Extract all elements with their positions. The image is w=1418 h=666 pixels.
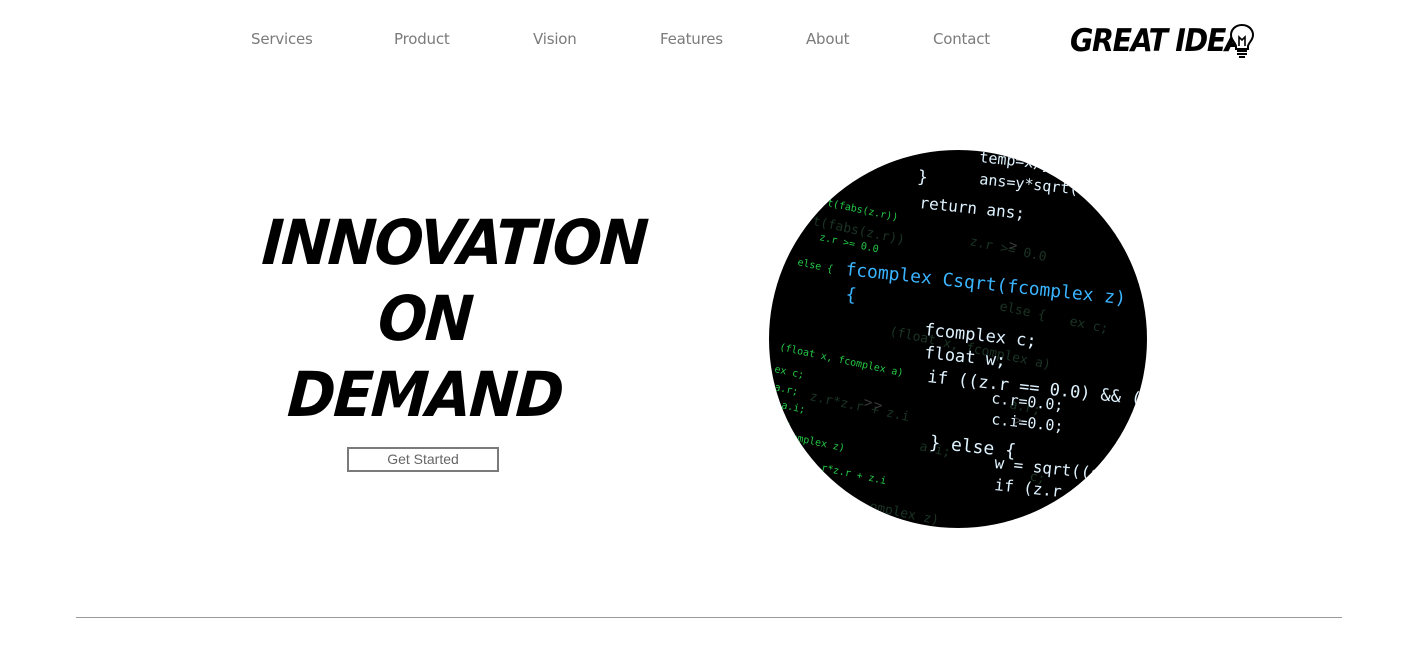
code-text: z.r >= 0.0: [968, 234, 1048, 265]
brand-name: GREAT IDEA: [1070, 23, 1247, 59]
code-text: c.i=0.0;: [991, 410, 1065, 435]
code-text: z.r*z.r + z.i: [808, 389, 911, 425]
code-text: z.r*z.r + z.i: [808, 460, 887, 487]
hero-code-image: sqrt(fabs(z.r)) z.r >= 0.0 else {(float x,…: [769, 150, 1147, 528]
code-text: a.i;: [780, 400, 806, 416]
nav-link-contact[interactable]: Contact: [933, 30, 990, 48]
lightbulb-icon: [1229, 23, 1255, 58]
nav-link-product[interactable]: Product: [394, 30, 450, 48]
code-text: omplex z): [868, 499, 940, 528]
code-text: >: [1014, 413, 1022, 429]
code-text: >: [874, 398, 882, 414]
code-text: else {: [998, 299, 1047, 323]
brand-logo[interactable]: GREAT IDEA: [1070, 20, 1261, 62]
section-divider: [76, 617, 1342, 618]
code-text: c;: [778, 418, 792, 431]
get-started-button[interactable]: Get Started: [347, 447, 499, 472]
code-image-graphic: sqrt(fabs(z.r))z.r >= 0.0else {(float x,…: [773, 150, 1147, 528]
code-text: a.r;: [773, 382, 799, 398]
hero-title-line: DEMAND: [285, 358, 565, 431]
hero-title-line: INNOVATION: [259, 206, 649, 279]
code-text: return ans;: [919, 193, 1026, 223]
nav-link-features[interactable]: Features: [660, 30, 723, 48]
nav-link-about[interactable]: About: [806, 30, 850, 48]
code-text: fcomplex Csqrt(fcomplex z): [844, 259, 1126, 309]
code-text: if (z.r >= 0.0): [994, 475, 1140, 509]
code-text: omplex z): [790, 432, 845, 454]
code-text: else {: [796, 257, 834, 275]
code-text: >: [864, 395, 872, 411]
code-text: {: [844, 284, 857, 306]
hero-title: INNOVATION ON DEMAND: [250, 205, 649, 433]
code-text: >: [1009, 238, 1017, 254]
hero-title-line: ON: [375, 282, 475, 355]
code-text: }: [916, 167, 928, 188]
nav-link-vision[interactable]: Vision: [533, 30, 577, 48]
code-text: ex c;: [1068, 314, 1109, 337]
nav-link-services[interactable]: Services: [251, 30, 313, 48]
code-text: ex c;: [773, 364, 805, 381]
